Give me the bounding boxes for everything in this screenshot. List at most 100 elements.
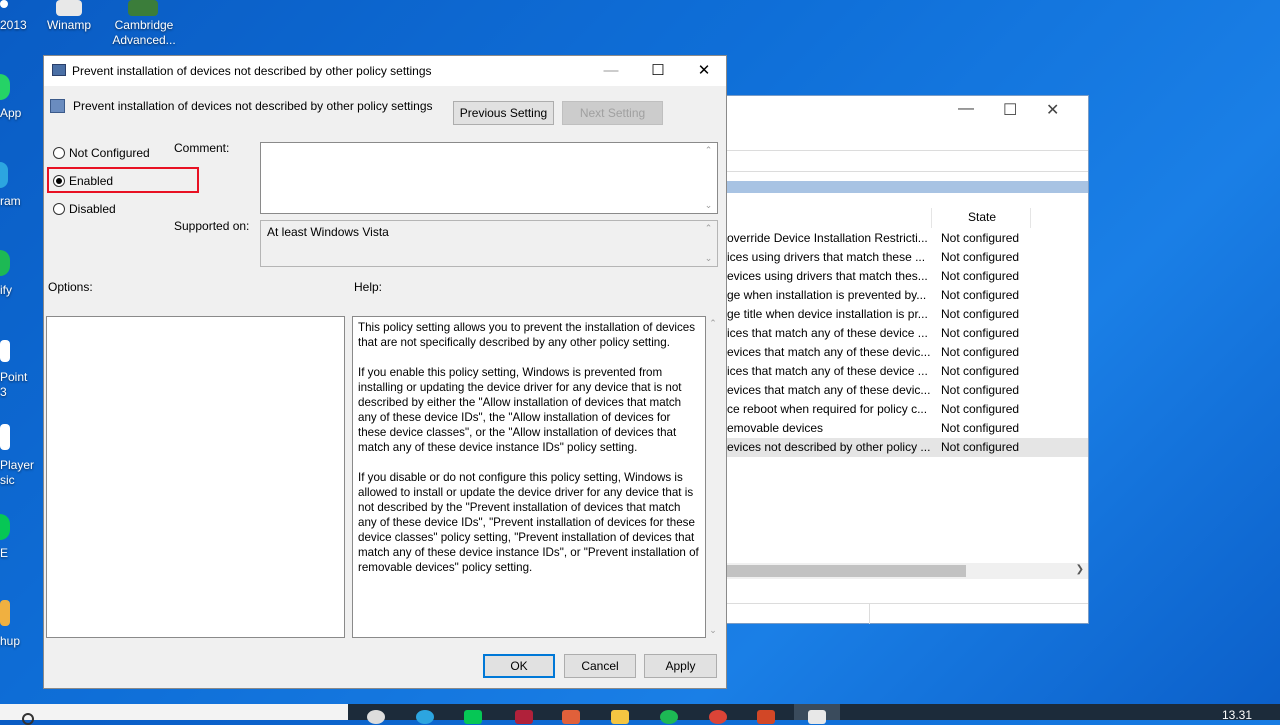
- policy-state-cell: Not configured: [941, 402, 1020, 416]
- supported-on-label: Supported on:: [174, 219, 250, 233]
- minimize-button[interactable]: —: [588, 56, 634, 86]
- next-setting-button[interactable]: Next Setting: [562, 101, 663, 125]
- vertical-scrollbar[interactable]: ⌃ ⌄: [700, 221, 717, 266]
- table-row[interactable]: override Device Installation Restricti..…: [701, 229, 1088, 248]
- desktop-icon-label[interactable]: 2013: [0, 18, 27, 33]
- policy-name-cell: evices that match any of these devic...: [727, 345, 931, 359]
- notepad-icon: [808, 710, 826, 724]
- policy-name-cell: ices using drivers that match these ...: [727, 250, 926, 264]
- horizontal-scrollbar[interactable]: ❯: [701, 563, 1088, 579]
- telegram-icon[interactable]: [0, 162, 8, 188]
- spotify-icon[interactable]: [0, 250, 10, 276]
- active-app-highlight[interactable]: [794, 704, 840, 724]
- policy-name-cell: emovable devices: [727, 421, 824, 435]
- telegram-icon[interactable]: [416, 710, 434, 724]
- policy-name-cell: evices using drivers that match thes...: [727, 269, 928, 283]
- minimize-icon[interactable]: —: [958, 100, 974, 118]
- table-row[interactable]: evices not described by other policy ...…: [701, 438, 1088, 457]
- search-box[interactable]: [0, 704, 348, 725]
- table-row[interactable]: evices that match any of these devic... N…: [701, 381, 1088, 400]
- maximize-icon[interactable]: ☐: [1003, 100, 1017, 120]
- table-row[interactable]: ge when installation is prevented by... N…: [701, 286, 1088, 305]
- table-row[interactable]: ices using drivers that match these ... N…: [701, 248, 1088, 267]
- pdf-icon[interactable]: [562, 710, 580, 724]
- app-icon[interactable]: [515, 710, 533, 724]
- close-icon[interactable]: ✕: [1046, 100, 1059, 120]
- line-icon[interactable]: [464, 710, 482, 724]
- line-icon[interactable]: [0, 514, 10, 540]
- options-panel: [46, 316, 345, 638]
- desktop-icon-label[interactable]: Cambridge Advanced...: [108, 18, 180, 48]
- divider: [701, 150, 1088, 151]
- policy-setting-icon: [52, 64, 66, 76]
- desktop-icon-label[interactable]: ram: [0, 194, 24, 209]
- cancel-button[interactable]: Cancel: [564, 654, 636, 678]
- search-icon: [22, 713, 34, 725]
- ok-button[interactable]: OK: [483, 654, 555, 678]
- table-row[interactable]: evices that match any of these devic... N…: [701, 343, 1088, 362]
- desktop-icon-label[interactable]: E: [0, 546, 20, 561]
- policy-state-cell: Not configured: [941, 421, 1020, 435]
- dialog-title: Prevent installation of devices not desc…: [72, 64, 432, 78]
- table-row[interactable]: evices using drivers that match thes... N…: [701, 267, 1088, 286]
- policy-name-cell: ce reboot when required for policy c...: [727, 402, 928, 416]
- help-panel: This policy setting allows you to preven…: [352, 316, 720, 638]
- powerpoint-icon[interactable]: [0, 340, 10, 362]
- help-paragraph: If you enable this policy setting, Windo…: [358, 366, 682, 454]
- vertical-scrollbar[interactable]: ⌃ ⌄: [700, 143, 717, 213]
- divider: [701, 603, 1088, 604]
- cambridge-icon[interactable]: [128, 0, 158, 16]
- title-bar: Prevent installation of devices not desc…: [44, 56, 726, 86]
- desktop-icon-label[interactable]: Winamp: [40, 18, 98, 33]
- desktop-icon-label[interactable]: ify: [0, 283, 24, 298]
- policy-name-cell: evices not described by other policy ...: [727, 440, 931, 454]
- folder-icon[interactable]: [611, 710, 629, 724]
- previous-setting-button[interactable]: Previous Setting: [453, 101, 554, 125]
- policy-name-cell: ge when installation is prevented by...: [727, 288, 927, 302]
- comment-textarea[interactable]: ⌃ ⌄: [260, 142, 718, 214]
- policy-name-cell: ge title when device installation is pr.…: [727, 307, 928, 321]
- comment-label: Comment:: [174, 141, 230, 155]
- options-label: Options:: [48, 280, 93, 294]
- table-row[interactable]: ices that match any of these device ... N…: [701, 324, 1088, 343]
- policy-state-cell: Not configured: [941, 288, 1020, 302]
- enabled-radio[interactable]: [53, 175, 65, 187]
- not-configured-radio[interactable]: [53, 147, 65, 159]
- policy-name-cell: ices that match any of these device ...: [727, 364, 928, 378]
- setup-icon[interactable]: [0, 600, 10, 626]
- disabled-radio[interactable]: [53, 203, 65, 215]
- divider: [701, 171, 1088, 172]
- maximize-button[interactable]: ☐: [635, 56, 681, 86]
- table-row[interactable]: ge title when device installation is pr.…: [701, 305, 1088, 324]
- table-row[interactable]: ices that match any of these device ... N…: [701, 362, 1088, 381]
- scroll-right-icon[interactable]: ❯: [1076, 564, 1084, 575]
- desktop-icon-label[interactable]: hup: [0, 634, 24, 649]
- apply-button[interactable]: Apply: [644, 654, 717, 678]
- enabled-label[interactable]: Enabled: [69, 174, 113, 188]
- column-header-state[interactable]: State: [968, 210, 996, 224]
- policy-setting-dialog: Prevent installation of devices not desc…: [43, 55, 727, 689]
- table-row[interactable]: ce reboot when required for policy c... N…: [701, 400, 1088, 419]
- winamp-icon[interactable]: [56, 0, 82, 16]
- policy-header-title: Prevent installation of devices not desc…: [73, 99, 433, 113]
- powerpoint-icon[interactable]: [757, 710, 775, 724]
- desktop-icon-label[interactable]: App: [0, 106, 24, 121]
- policy-state-cell: Not configured: [941, 326, 1020, 340]
- not-configured-label[interactable]: Not Configured: [69, 146, 150, 160]
- column-header[interactable]: State: [701, 208, 1088, 228]
- policy-name-cell: override Device Installation Restricti..…: [727, 231, 928, 245]
- obs-icon[interactable]: [367, 710, 385, 724]
- close-button[interactable]: ✕: [681, 56, 727, 86]
- scrollbar-thumb[interactable]: [701, 565, 966, 577]
- help-scrollbar[interactable]: ⌃ ⌄: [706, 316, 720, 638]
- chrome-icon[interactable]: [709, 710, 727, 724]
- disabled-label[interactable]: Disabled: [69, 202, 116, 216]
- desktop-icon-label[interactable]: Point 3: [0, 370, 30, 400]
- desktop-icon-label[interactable]: Player sic: [0, 458, 34, 488]
- table-row[interactable]: emovable devices Not configured: [701, 419, 1088, 438]
- media-player-icon[interactable]: [0, 424, 10, 450]
- policy-state-cell: Not configured: [941, 364, 1020, 378]
- office-icon[interactable]: [0, 0, 8, 8]
- spotify-icon[interactable]: [660, 710, 678, 724]
- whatsapp-icon[interactable]: [0, 74, 10, 100]
